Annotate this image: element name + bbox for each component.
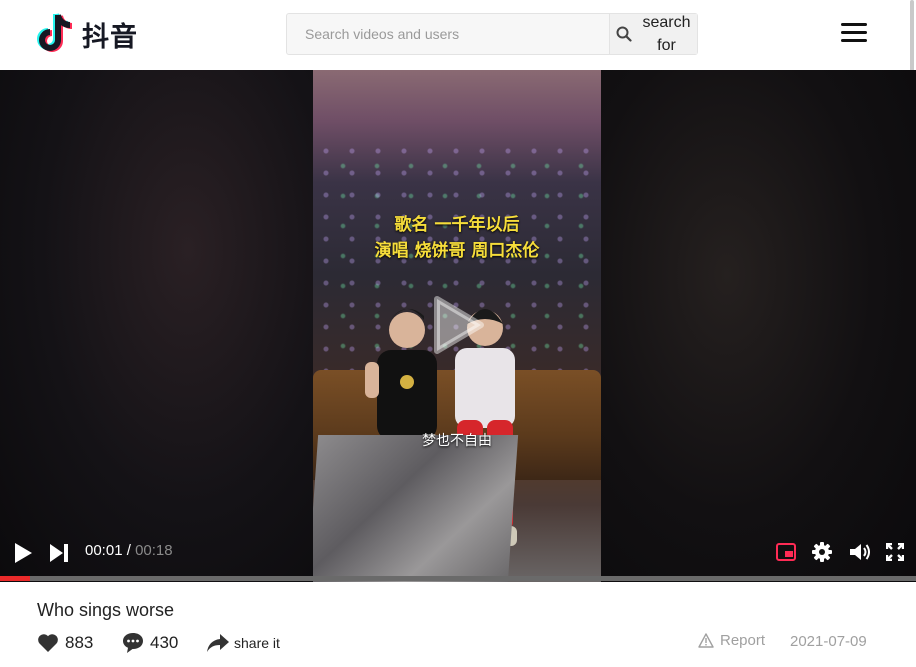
current-time: 00:01 [85, 542, 123, 559]
picture-in-picture-icon[interactable] [775, 541, 797, 563]
video-progress-fill [0, 576, 31, 581]
top-header: 抖音 search for [0, 0, 916, 90]
share-label: share it [234, 635, 280, 651]
douyin-logo[interactable]: 抖音 [36, 12, 138, 56]
video-caption-song: 歌名 一千年以后 [394, 215, 520, 235]
video-player[interactable]: 歌名 一千年以后 演唱 烧饼哥 周口杰伦 梦也不自由 00:01 / 00:18 [0, 70, 916, 582]
search-icon [612, 26, 636, 42]
fullscreen-icon[interactable] [884, 541, 906, 563]
tiktok-note-icon [37, 13, 73, 52]
comment-button[interactable]: 430 [122, 630, 178, 656]
play-icon[interactable] [10, 540, 36, 566]
search-button[interactable]: search for [609, 14, 697, 54]
video-progress-bar[interactable] [0, 576, 916, 581]
video-caption-singers: 演唱 烧饼哥 周口杰伦 [374, 241, 540, 261]
comment-icon [123, 633, 143, 653]
search-input[interactable] [287, 14, 609, 54]
time-display: 00:01 / 00:18 [85, 542, 173, 559]
comment-count: 430 [150, 633, 179, 652]
hamburger-menu-icon[interactable] [841, 23, 867, 45]
report-button[interactable]: Report [698, 632, 765, 649]
search-button-label: search for [642, 14, 691, 54]
video-title: Who sings worse [37, 600, 175, 620]
player-controls: 00:01 / 00:18 [0, 531, 916, 575]
warning-icon [698, 633, 714, 648]
share-arrow-icon [207, 634, 229, 652]
volume-icon[interactable] [848, 541, 872, 563]
blurred-backdrop-left [0, 70, 313, 582]
next-icon[interactable] [46, 540, 72, 566]
video-duration: 00:18 [135, 542, 173, 559]
time-separator: / [126, 542, 131, 559]
report-label: Report [720, 632, 766, 649]
post-date: 2021-07-09 [790, 633, 867, 650]
heart-icon [38, 634, 58, 652]
search-bar: search for [286, 13, 698, 55]
video-lyric-subtitle: 梦也不自由 [422, 433, 492, 449]
blurred-backdrop-right [601, 70, 916, 582]
settings-gear-icon[interactable] [811, 541, 833, 563]
logo-text: 抖音 [82, 21, 138, 53]
center-play-icon[interactable] [433, 295, 485, 355]
like-count: 883 [65, 633, 94, 652]
share-button[interactable]: share it [206, 630, 280, 656]
like-button[interactable]: 883 [37, 630, 93, 656]
